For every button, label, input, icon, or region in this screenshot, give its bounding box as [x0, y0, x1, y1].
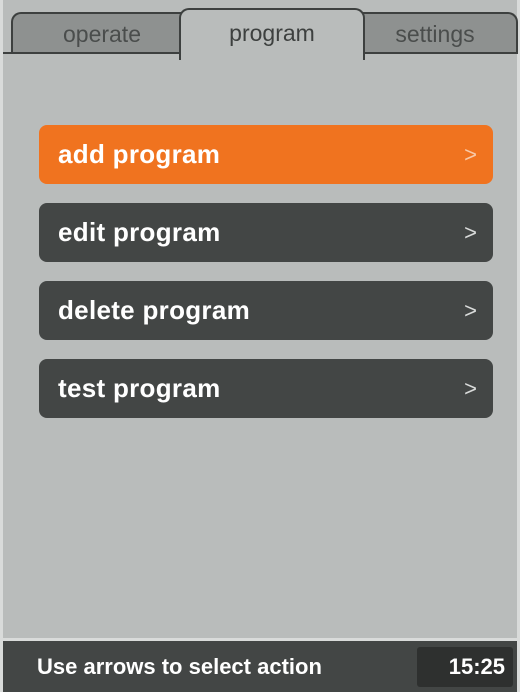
- tab-bar: operate settings program: [3, 0, 518, 60]
- chevron-right-icon: >: [464, 220, 477, 245]
- menu-item-test-program[interactable]: test program >: [39, 359, 493, 418]
- tab-program[interactable]: program: [179, 8, 365, 60]
- status-bar: Use arrows to select action 15:25: [3, 638, 517, 692]
- menu-item-label: test program: [58, 373, 221, 403]
- device-screen: operate settings program add program > e…: [0, 0, 520, 692]
- tab-settings[interactable]: settings: [352, 12, 518, 54]
- chevron-right-icon: >: [464, 376, 477, 401]
- menu-item-label: delete program: [58, 295, 251, 325]
- program-menu: add program > edit program > delete prog…: [39, 125, 493, 437]
- status-message: Use arrows to select action: [37, 654, 322, 679]
- menu-item-label: edit program: [58, 217, 221, 247]
- chevron-right-icon: >: [464, 298, 477, 323]
- menu-item-add-program[interactable]: add program >: [39, 125, 493, 184]
- menu-item-delete-program[interactable]: delete program >: [39, 281, 493, 340]
- tab-operate[interactable]: operate: [11, 12, 193, 54]
- menu-item-label: add program: [58, 139, 221, 169]
- chevron-right-icon: >: [464, 142, 477, 167]
- clock-display: 15:25: [417, 647, 513, 687]
- menu-item-edit-program[interactable]: edit program >: [39, 203, 493, 262]
